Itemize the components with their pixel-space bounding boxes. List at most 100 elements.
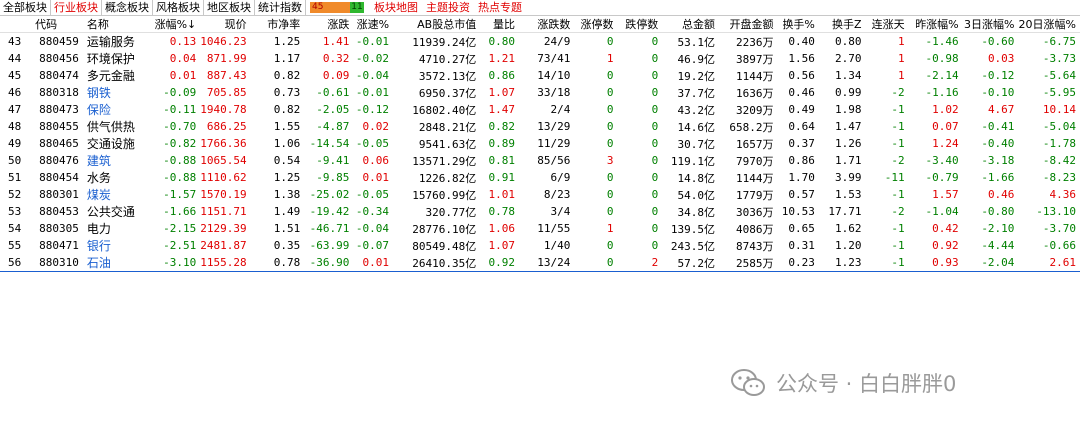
column-header-20[interactable]: 20日涨幅% bbox=[1018, 16, 1080, 33]
cell-d20: -5.95 bbox=[1042, 86, 1076, 99]
table-row[interactable]: 48 880455 供气供热 -0.70 686.25 1.55 -4.87 0.02 2848… bbox=[0, 118, 1080, 135]
table-row[interactable]: 54 880305 电力 -2.15 2129.39 1.51 -46.71 -0.04 287… bbox=[0, 220, 1080, 237]
table-row[interactable]: 51 880454 水务 -0.88 1110.62 1.25 -9.85 0.01 1226.… bbox=[0, 169, 1080, 186]
cell-ud: 8/23 bbox=[543, 188, 571, 201]
cell-chg: -0.70 bbox=[163, 120, 197, 133]
column-header-8[interactable]: AB股总市值 bbox=[393, 16, 481, 33]
column-header-17[interactable]: 连涨天 bbox=[865, 16, 909, 33]
tab-1[interactable]: 行业板块 bbox=[51, 0, 102, 15]
tab-3[interactable]: 风格板块 bbox=[153, 0, 204, 15]
table-row[interactable]: 47 880473 保险 -0.11 1940.78 0.82 -2.05 -0.12 1680… bbox=[0, 101, 1080, 118]
cell-d3: 0.46 bbox=[987, 188, 1015, 201]
cell-zt: 0 bbox=[606, 171, 614, 184]
cell-d3: 4.67 bbox=[987, 103, 1015, 116]
column-header-19[interactable]: 3日涨幅% bbox=[962, 16, 1019, 33]
cell-d20: -8.42 bbox=[1042, 154, 1076, 167]
extra-tab-1[interactable]: 主题投资 bbox=[422, 0, 474, 15]
cell-open: 1144万 bbox=[736, 69, 774, 83]
cell-ud: 1/40 bbox=[543, 239, 571, 252]
cell-idx: 46 bbox=[8, 86, 22, 99]
column-header-4[interactable]: 现价 bbox=[200, 16, 251, 33]
cell-turn: 0.49 bbox=[788, 103, 815, 116]
column-header-9[interactable]: 量比 bbox=[480, 16, 519, 33]
cell-d20: -1.78 bbox=[1042, 137, 1076, 150]
tab-2[interactable]: 概念板块 bbox=[102, 0, 153, 15]
column-header-11[interactable]: 涨停数 bbox=[574, 16, 618, 33]
table-row[interactable]: 52 880301 煤炭 -1.57 1570.19 1.38 -25.02 -0.05 157… bbox=[0, 186, 1080, 203]
cell-turnz: 0.80 bbox=[835, 35, 862, 48]
column-header-18[interactable]: 昨涨幅% bbox=[908, 16, 963, 33]
cell-name: 保险 bbox=[86, 103, 111, 117]
column-header-12[interactable]: 跌停数 bbox=[617, 16, 663, 33]
column-header-10[interactable]: 涨跌数 bbox=[519, 16, 575, 33]
column-header-2[interactable]: 名称 bbox=[82, 16, 155, 33]
cell-speed: 0.02 bbox=[362, 120, 390, 133]
column-header-6[interactable]: 涨跌 bbox=[304, 16, 354, 33]
cell-ud: 3/4 bbox=[550, 205, 571, 218]
column-header-7[interactable]: 涨速% bbox=[353, 16, 394, 33]
column-header-15[interactable]: 换手% bbox=[777, 16, 819, 33]
cell-pb: 0.78 bbox=[250, 254, 305, 272]
cell-zt: 1 bbox=[606, 222, 614, 235]
cell-d20: 10.14 bbox=[1042, 103, 1076, 116]
table-row[interactable]: 49 880465 交通设施 -0.82 1766.36 1.06 -14.54 -0.05 9… bbox=[0, 135, 1080, 152]
cell-pb: 0.82 bbox=[273, 69, 301, 82]
cell-name: 环境保护 bbox=[86, 52, 135, 66]
cell-chg: -0.82 bbox=[163, 137, 197, 150]
table-row[interactable]: 56 880310 石油 -3.10 1155.28 0.78 -36.90 0.01 2641… bbox=[0, 254, 1080, 272]
cell-turn: 0.37 bbox=[788, 137, 815, 150]
cell-diff: -46.71 bbox=[309, 222, 350, 235]
cell-cap: 4710.27亿 bbox=[418, 52, 477, 66]
table-row[interactable]: 46 880318 钢铁 -0.09 705.85 0.73 -0.61 -0.01 6950.… bbox=[0, 84, 1080, 101]
cell-d3: -0.40 bbox=[981, 137, 1015, 150]
cell-open: 8743万 bbox=[736, 239, 774, 253]
tab-0[interactable]: 全部板块 bbox=[0, 0, 51, 15]
cell-cap: 15760.99亿 bbox=[412, 188, 477, 202]
cell-yday: 0.93 bbox=[908, 254, 963, 272]
cell-d20: -6.75 bbox=[1042, 35, 1076, 48]
cell-yday: -0.79 bbox=[925, 171, 959, 184]
cell-chg: 0.13 bbox=[169, 35, 197, 48]
cell-pb: 1.17 bbox=[273, 52, 301, 65]
wechat-icon bbox=[731, 369, 765, 396]
extra-tab-2[interactable]: 热点专题 bbox=[474, 0, 526, 15]
column-header-14[interactable]: 开盘金额 bbox=[719, 16, 778, 33]
tab-5[interactable]: 统计指数 bbox=[255, 0, 306, 15]
column-header-0[interactable] bbox=[0, 16, 32, 33]
cell-days: -1 bbox=[891, 103, 905, 116]
cell-amt: 14.6亿 bbox=[677, 120, 716, 134]
cell-name: 钢铁 bbox=[86, 86, 111, 100]
column-header-13[interactable]: 总金额 bbox=[662, 16, 720, 33]
column-header-16[interactable]: 换手Z bbox=[818, 16, 866, 33]
cell-diff: -19.42 bbox=[309, 205, 350, 218]
tab-4[interactable]: 地区板块 bbox=[204, 0, 255, 15]
table-row[interactable]: 55 880471 银行 -2.51 2481.87 0.35 -63.99 -0.07 805… bbox=[0, 237, 1080, 254]
table-row[interactable]: 45 880474 多元金融 0.01 887.43 0.82 0.09 -0.04 3572.… bbox=[0, 67, 1080, 84]
extra-tab-0[interactable]: 板块地图 bbox=[370, 0, 422, 15]
cell-pb: 1.49 bbox=[273, 205, 301, 218]
cell-d20: -0.66 bbox=[1042, 239, 1076, 252]
cell-speed: -0.05 bbox=[355, 137, 390, 150]
cell-ud: 14/10 bbox=[537, 69, 571, 82]
table-row[interactable]: 53 880453 公共交通 -1.66 1151.71 1.49 -19.42 -0.34 3… bbox=[0, 203, 1080, 220]
cell-cap: 3572.13亿 bbox=[418, 69, 477, 83]
cell-turn: 1.56 bbox=[788, 52, 815, 65]
cell-d20: -13.10 bbox=[1036, 205, 1076, 218]
cell-turn: 10.53 bbox=[781, 205, 815, 218]
cell-yday: -3.40 bbox=[925, 154, 959, 167]
cell-turnz: 1.62 bbox=[835, 222, 862, 235]
column-header-3[interactable]: 涨幅%↓ bbox=[154, 16, 201, 33]
table-row[interactable]: 43 880459 运输服务 0.13 1046.23 1.25 1.41 -0.01 1193… bbox=[0, 33, 1080, 51]
column-header-1[interactable]: 代码 bbox=[31, 16, 83, 33]
cell-days: -1 bbox=[891, 222, 905, 235]
table-row[interactable]: 44 880456 环境保护 0.04 871.99 1.17 0.32 -0.02 4710.… bbox=[0, 50, 1080, 67]
column-header-5[interactable]: 市净率 bbox=[250, 16, 305, 33]
cell-turn: 0.31 bbox=[788, 239, 815, 252]
cell-d3: -3.18 bbox=[981, 154, 1015, 167]
cell-chg: -2.15 bbox=[163, 222, 197, 235]
table-row[interactable]: 50 880476 建筑 -0.88 1065.54 0.54 -9.41 0.06 13571… bbox=[0, 152, 1080, 169]
cell-chg: -0.09 bbox=[163, 86, 197, 99]
cell-cap: 1226.82亿 bbox=[418, 171, 477, 185]
cell-days: 1 bbox=[897, 35, 905, 48]
cell-dt: 2 bbox=[617, 254, 663, 272]
